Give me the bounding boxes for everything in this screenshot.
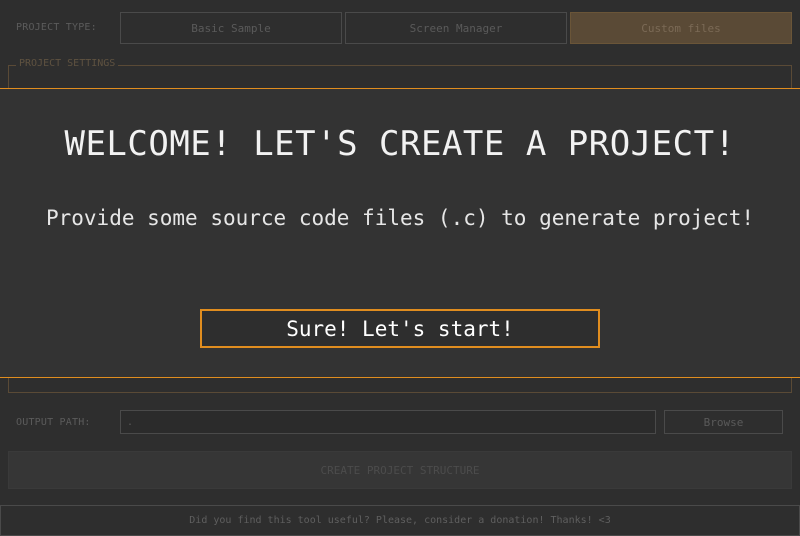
welcome-message: Provide some source code files (.c) to g… <box>45 206 754 230</box>
status-bar: Did you find this tool useful? Please, c… <box>0 505 800 536</box>
project-settings-title: PROJECT SETTINGS <box>16 58 119 69</box>
project-type-basic-sample-button[interactable]: Basic Sample <box>120 12 342 44</box>
project-type-custom-files-button[interactable]: Custom files <box>570 12 792 44</box>
output-path-label: OUTPUT PATH: <box>16 417 91 428</box>
start-button[interactable]: Sure! Let's start! <box>200 309 600 348</box>
create-project-structure-button[interactable]: CREATE PROJECT STRUCTURE <box>8 451 792 489</box>
status-bar-text: Did you find this tool useful? Please, c… <box>189 515 611 526</box>
project-type-label: PROJECT TYPE: <box>16 22 97 33</box>
project-type-screen-manager-button[interactable]: Screen Manager <box>345 12 567 44</box>
output-path-input[interactable]: . <box>120 410 656 434</box>
browse-button[interactable]: Browse <box>664 410 783 434</box>
welcome-title: WELCOME! LET'S CREATE A PROJECT! <box>64 124 736 164</box>
